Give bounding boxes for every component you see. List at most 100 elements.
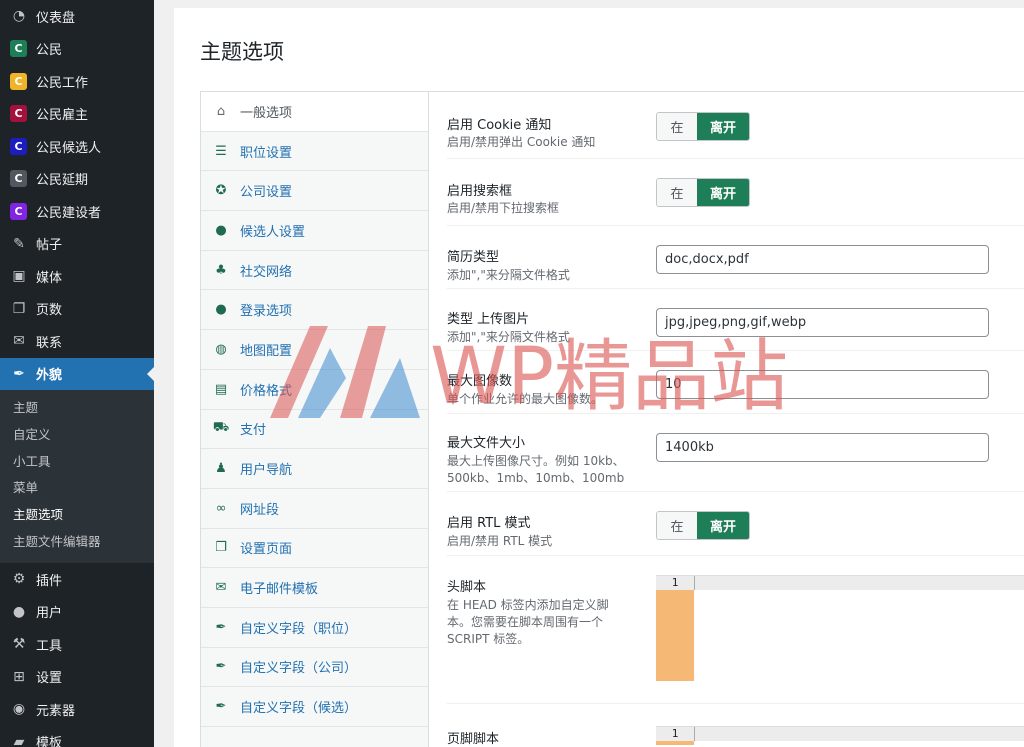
setting-cookie: 启用 Cookie 通知 启用/禁用弹出 Cookie 通知 在 离开	[447, 92, 1024, 159]
wrench-icon: ⚒	[12, 636, 26, 653]
tab-settings-page[interactable]: ❐ 设置页面	[201, 529, 428, 569]
menu-label: 模板	[36, 736, 63, 747]
setting-label: 启用 RTL 模式	[447, 516, 531, 531]
resume-type-input[interactable]: doc,docx,pdf	[656, 245, 989, 274]
tab-map-config[interactable]: ◍ 地图配置	[201, 330, 428, 370]
price-icon: ▤	[214, 381, 228, 397]
setting-label: 类型 上传图片	[447, 312, 530, 327]
menu-pages[interactable]: ❐ 页数	[0, 293, 154, 326]
toggle-off-button[interactable]: 离开	[697, 113, 749, 140]
pages-icon: ❐	[12, 300, 26, 317]
menu-label: 联系	[36, 335, 63, 351]
setting-label: 启用 Cookie 通知	[447, 118, 552, 133]
menu-citizen[interactable]: C 公民	[0, 33, 154, 66]
tab-url-slug[interactable]: ∞ 网址段	[201, 489, 428, 529]
tab-general[interactable]: ⌂ 一般选项	[201, 92, 428, 132]
menu-elementor[interactable]: ◉ 元素器	[0, 693, 154, 726]
menu-label: 外貌	[36, 368, 63, 384]
setting-max-images: 最大图像数 单个作业允许的最大图像数。 10	[447, 351, 1024, 414]
brush-icon: ✒	[215, 699, 227, 715]
toggle-off-button[interactable]: 离开	[697, 179, 749, 206]
editor-active-line[interactable]	[694, 727, 1024, 741]
submenu-menus[interactable]: 菜单	[0, 475, 154, 502]
setting-desc: 添加","来分隔文件格式	[447, 268, 570, 282]
menu-templates[interactable]: ▰ 模板	[0, 725, 154, 747]
footer-script-editor[interactable]: 1	[656, 726, 1024, 745]
cookie-toggle[interactable]: 在 离开	[656, 112, 750, 141]
tab-custom-fields-candidate[interactable]: ✒ 自定义字段（候选）	[201, 687, 428, 727]
max-file-input[interactable]: 1400kb	[656, 433, 989, 462]
setting-desc: 启用/禁用弹出 Cookie 通知	[447, 135, 596, 149]
line-number: 1	[656, 576, 694, 590]
menu-citizen-builder[interactable]: C 公民建设者	[0, 195, 154, 228]
brush-icon: ✒	[215, 659, 227, 675]
menu-citizen-extensions[interactable]: C 公民延期	[0, 163, 154, 196]
menu-label: 插件	[36, 573, 63, 589]
menu-posts[interactable]: ✎ 帖子	[0, 228, 154, 261]
menu-citizen-candidates[interactable]: C 公民候选人	[0, 130, 154, 163]
editor-active-line[interactable]	[694, 576, 1024, 590]
menu-dashboard[interactable]: ◔ 仪表盘	[0, 0, 154, 33]
setting-desc: 启用/禁用下拉搜索框	[447, 201, 560, 215]
tab-price-format[interactable]: ▤ 价格格式	[201, 370, 428, 410]
menu-users[interactable]: ● 用户	[0, 595, 154, 628]
menu-label: 用户	[36, 606, 63, 622]
toggle-off-button[interactable]: 离开	[697, 512, 749, 539]
menu-label: 页数	[36, 303, 63, 319]
menu-plugins[interactable]: ⚙ 插件	[0, 563, 154, 596]
toggle-on-button[interactable]: 在	[657, 179, 697, 206]
tab-email-templates[interactable]: ✉ 电子邮件模板	[201, 568, 428, 608]
menu-label: 公民建设者	[36, 205, 102, 221]
tab-social-network[interactable]: ♣ 社交网络	[201, 251, 428, 291]
menu-label: 公民延期	[36, 173, 89, 189]
c-green-badge-icon: C	[10, 40, 27, 58]
header-script-editor[interactable]: 1	[656, 575, 1024, 681]
submenu-widgets[interactable]: 小工具	[0, 449, 154, 476]
menu-label: 帖子	[36, 238, 63, 254]
network-icon: ♣	[215, 262, 227, 278]
setting-label: 最大图像数	[447, 374, 513, 389]
submenu-theme-editor[interactable]: 主题文件编辑器	[0, 529, 154, 556]
elementor-icon: ◉	[12, 701, 26, 718]
tab-label: 地图配置	[240, 343, 293, 359]
c-gray-badge-icon: C	[10, 170, 27, 188]
line-number: 1	[656, 727, 694, 741]
setting-label: 最大文件大小	[447, 436, 526, 451]
setting-desc: 启用/禁用 RTL 模式	[447, 534, 553, 548]
setting-label: 页脚脚本	[447, 732, 500, 747]
menu-settings[interactable]: ⊞ 设置	[0, 660, 154, 693]
max-images-input[interactable]: 10	[656, 370, 989, 399]
menu-contact[interactable]: ✉ 联系	[0, 325, 154, 358]
tab-custom-fields-company[interactable]: ✒ 自定义字段（公司）	[201, 648, 428, 688]
tab-label: 自定义字段（公司）	[240, 661, 358, 677]
tab-job-settings[interactable]: ☰ 职位设置	[201, 132, 428, 172]
submenu-customize[interactable]: 自定义	[0, 422, 154, 449]
setting-desc: 添加","来分隔文件格式	[447, 330, 570, 344]
menu-appearance[interactable]: ✒ 外貌	[0, 357, 154, 390]
toggle-on-button[interactable]: 在	[657, 512, 697, 539]
email-icon: ✉	[215, 580, 227, 596]
menu-tools[interactable]: ⚒ 工具	[0, 628, 154, 661]
admin-sidebar: ◔ 仪表盘 C 公民 C 公民工作 C 公民雇主 C 公民候选人 C 公民延期 …	[0, 0, 154, 747]
toggle-on-button[interactable]: 在	[657, 113, 697, 140]
submenu-theme-options[interactable]: 主题选项	[0, 502, 154, 529]
tab-candidate-settings[interactable]: ● 候选人设置	[201, 211, 428, 251]
tab-label: 自定义字段（候选）	[240, 701, 358, 717]
menu-citizen-employers[interactable]: C 公民雇主	[0, 98, 154, 131]
tab-login-options[interactable]: ● 登录选项	[201, 290, 428, 331]
rtl-toggle[interactable]: 在 离开	[656, 511, 750, 540]
tab-company-settings[interactable]: ✪ 公司设置	[201, 171, 428, 212]
image-type-input[interactable]: jpg,jpeg,png,gif,webp	[656, 308, 989, 337]
menu-media[interactable]: ▣ 媒体	[0, 260, 154, 293]
tab-payment[interactable]: ⛟ 支付	[201, 410, 428, 450]
tab-user-nav[interactable]: ♟ 用户导航	[201, 449, 428, 489]
settings-fields: 启用 Cookie 通知 启用/禁用弹出 Cookie 通知 在 离开 启用搜索…	[447, 92, 1024, 747]
setting-desc: 单个作业允许的最大图像数。	[447, 392, 604, 406]
menu-citizen-jobs[interactable]: C 公民工作	[0, 65, 154, 98]
tab-custom-fields-job[interactable]: ✒ 自定义字段（职位）	[201, 608, 428, 648]
search-toggle[interactable]: 在 离开	[656, 178, 750, 207]
menu-label: 仪表盘	[36, 10, 76, 26]
submenu-themes[interactable]: 主题	[0, 395, 154, 422]
setting-footer-script: 页脚脚本 1	[447, 704, 1024, 747]
editor-gutter: 1	[656, 576, 694, 681]
